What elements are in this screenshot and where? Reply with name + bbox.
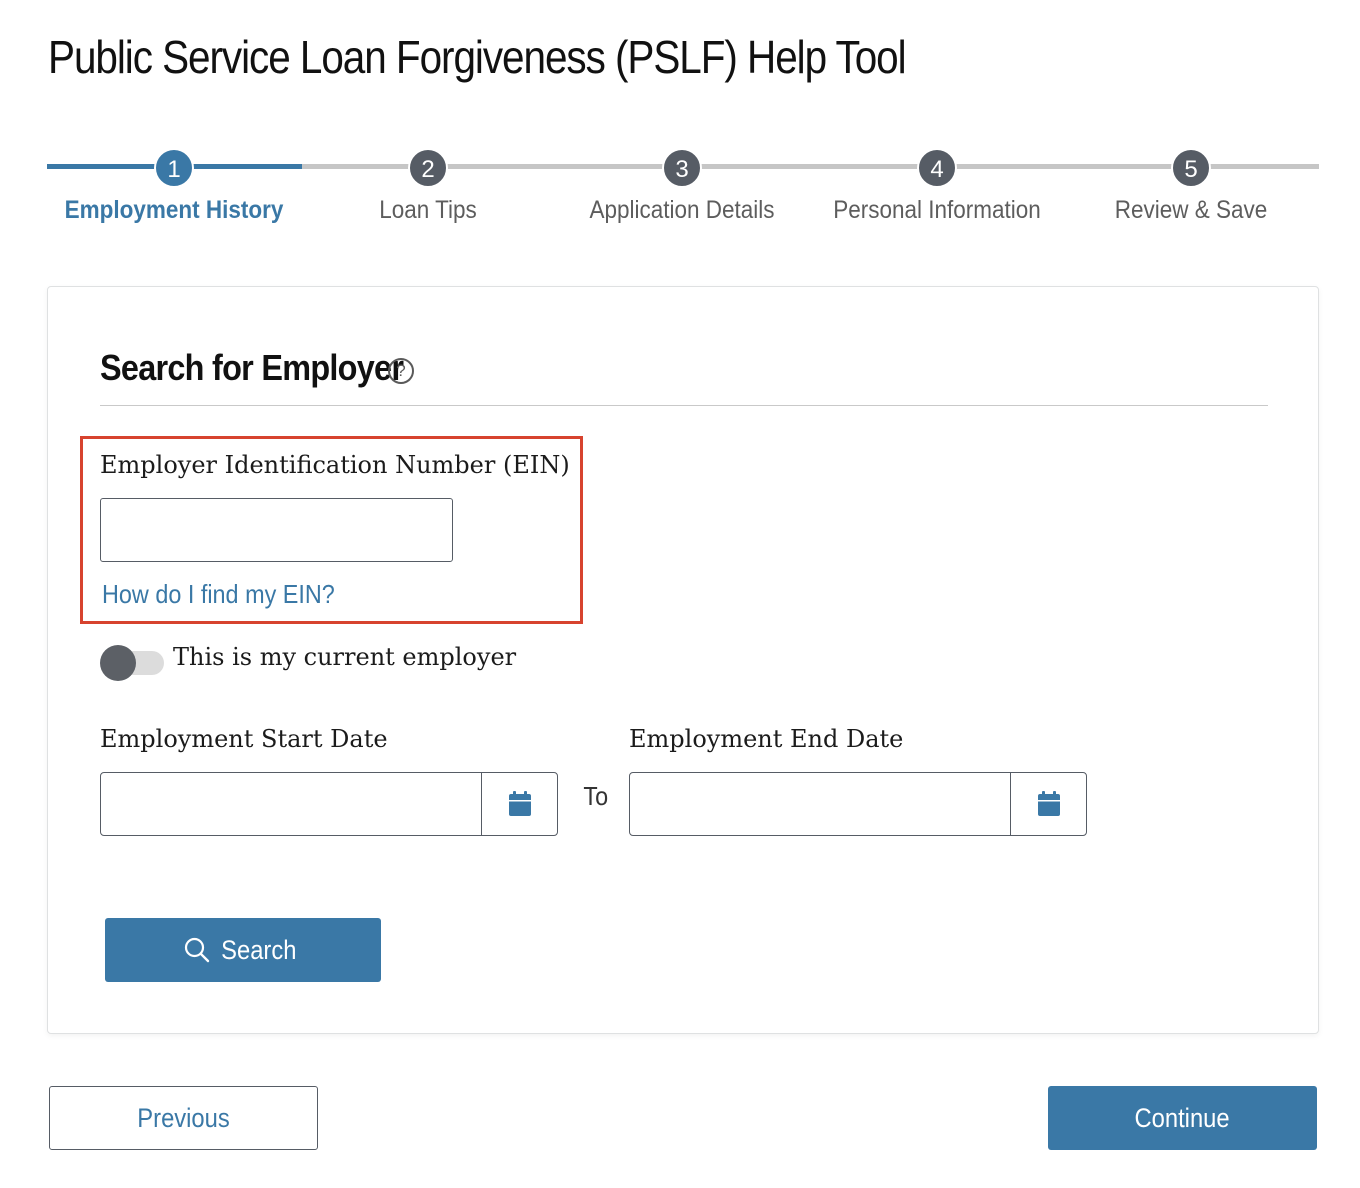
start-date-field: [100, 772, 558, 836]
step-label: Personal Information: [833, 196, 1041, 224]
date-range-separator: To: [583, 781, 609, 811]
step-indicator: 1 Employment History 2 Loan Tips 3 Appli…: [47, 148, 1319, 238]
toggle-knob: [100, 645, 136, 681]
search-button-label: Search: [221, 934, 297, 965]
step-employment-history: 1 Employment History: [47, 148, 301, 238]
end-date-calendar-button[interactable]: [1010, 773, 1086, 835]
step-label: Application Details: [589, 196, 775, 224]
current-employer-label: This is my current employer: [173, 643, 517, 671]
start-date-label: Employment Start Date: [100, 725, 388, 753]
step-number: 1: [154, 148, 194, 188]
step-label: Review & Save: [1114, 196, 1268, 224]
employer-search-card: Search for Employer ? Employer Identific…: [47, 286, 1319, 1034]
search-button[interactable]: Search: [105, 918, 381, 982]
step-review-save: 5 Review & Save: [1064, 148, 1318, 238]
end-date-field: [629, 772, 1087, 836]
step-number: 2: [408, 148, 448, 188]
step-label: Employment History: [64, 196, 284, 224]
divider: [100, 405, 1268, 406]
step-label: Loan Tips: [379, 196, 477, 224]
page-title: Public Service Loan Forgiveness (PSLF) H…: [48, 31, 907, 83]
previous-button[interactable]: Previous: [49, 1086, 318, 1150]
search-icon: [185, 937, 210, 963]
step-personal-information: 4 Personal Information: [810, 148, 1064, 238]
question-circle-icon[interactable]: ?: [388, 358, 414, 384]
start-date-input[interactable]: [101, 773, 481, 835]
previous-button-label: Previous: [137, 1102, 230, 1133]
current-employer-toggle[interactable]: [100, 645, 164, 681]
section-title: Search for Employer: [100, 347, 404, 388]
step-number: 4: [917, 148, 957, 188]
calendar-icon: [1037, 791, 1060, 816]
step-number: 3: [662, 148, 702, 188]
end-date-input[interactable]: [630, 773, 1010, 835]
ein-label: Employer Identification Number (EIN): [100, 451, 570, 479]
start-date-calendar-button[interactable]: [481, 773, 557, 835]
continue-button-label: Continue: [1134, 1102, 1231, 1133]
end-date-label: Employment End Date: [629, 725, 904, 753]
find-ein-link[interactable]: How do I find my EIN?: [102, 579, 335, 610]
continue-button[interactable]: Continue: [1048, 1086, 1317, 1150]
calendar-icon: [508, 791, 531, 816]
step-application-details: 3 Application Details: [555, 148, 809, 238]
step-loan-tips: 2 Loan Tips: [301, 148, 555, 238]
ein-input[interactable]: [100, 498, 453, 562]
step-number: 5: [1171, 148, 1211, 188]
